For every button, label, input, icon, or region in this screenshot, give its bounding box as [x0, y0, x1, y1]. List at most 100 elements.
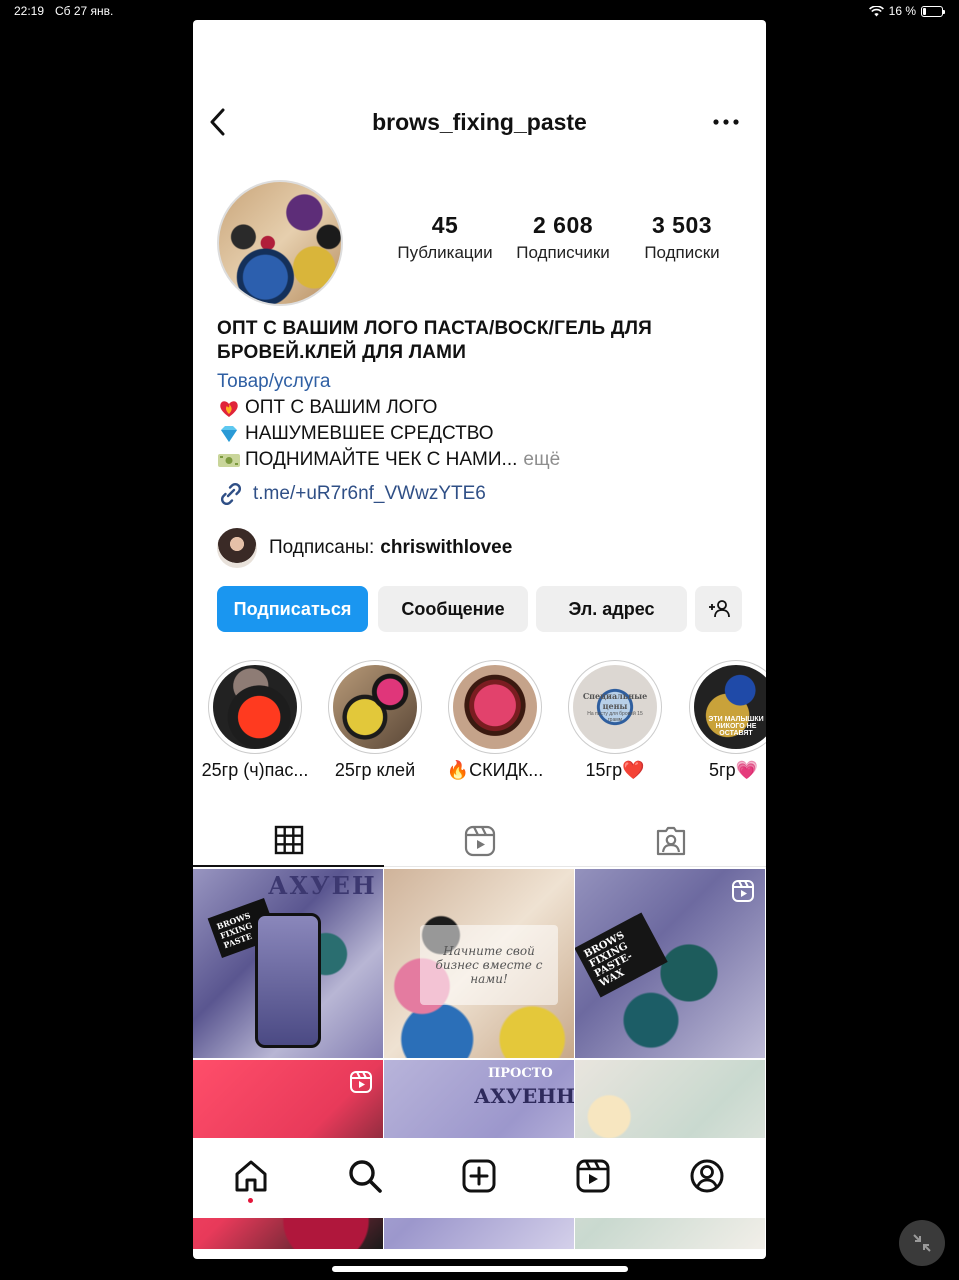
profile-bio: ОПТ С ВАШИМ ЛОГО ПАСТА/ВОСК/ГЕЛЬ ДЛЯ БРО…	[217, 317, 747, 507]
profile-stats: 45 Публикации 2 608 Подписчики 3 503 Под…	[390, 212, 740, 272]
posts-grid: АХУЕН BROWS FIXING PASTE Начните свой би…	[193, 869, 766, 1249]
home-notification-dot	[248, 1198, 253, 1203]
gem-emoji-icon	[221, 426, 237, 442]
heart-on-fire-emoji-icon	[220, 401, 238, 417]
followed-by-user: chriswithlovee	[380, 537, 513, 558]
highlight-cover	[333, 665, 417, 749]
post-thumbnail[interactable]: АХУЕН BROWS FIXING PASTE	[193, 869, 383, 1058]
highlight-label: 🔥СКИДК...	[446, 760, 544, 780]
stat-followers[interactable]: 2 608 Подписчики	[507, 212, 619, 263]
reel-badge-icon	[732, 880, 754, 902]
post-overlay-text: АХУЕН	[268, 871, 377, 900]
bio-line-2: НАШУМЕВШЕЕ СРЕДСТВО	[217, 421, 747, 447]
link-icon	[220, 482, 242, 506]
wifi-icon	[868, 5, 884, 16]
highlight-ring	[448, 660, 542, 754]
tab-tagged[interactable]	[575, 815, 766, 867]
stat-following-label: Подписки	[644, 243, 720, 262]
battery-percent: 16 %	[888, 4, 916, 18]
highlight-item[interactable]: 🔥СКИДК...	[435, 660, 555, 781]
reel-badge-icon	[350, 1071, 372, 1093]
highlight-cover: ЭТИ МАЛЫШКИ НИКОГО НЕ ОСТАВЯТ	[694, 665, 766, 749]
profile-header: brows_fixing_paste	[193, 100, 766, 144]
highlight-cover: Специальные цены На пасту для бровей 15 …	[573, 665, 657, 749]
status-right: 16 %	[868, 4, 945, 18]
bio-link-text: t.me/+uR7r6nf_VWwzYTE6	[253, 483, 486, 504]
post-caption-card: Начните свой бизнес вместе с нами!	[420, 925, 558, 1005]
collapse-arrows-icon	[913, 1234, 931, 1252]
highlight-item[interactable]: 25гр (ч)пас...	[195, 660, 315, 781]
nav-profile[interactable]	[687, 1156, 727, 1196]
highlight-cover-subtext: На пасту для бровей 15 грамм	[587, 711, 643, 723]
story-highlights: 25гр (ч)пас... 25гр клей 🔥СКИДК... Специ…	[193, 660, 766, 785]
home-indicator[interactable]	[332, 1266, 628, 1272]
stat-followers-count: 2 608	[532, 212, 594, 238]
home-icon	[235, 1160, 267, 1192]
reels-icon	[464, 825, 495, 857]
stat-posts-label: Публикации	[397, 243, 493, 262]
status-date: Сб 27 янв.	[55, 4, 114, 18]
profile-icon	[690, 1159, 724, 1193]
post-thumbnail[interactable]: Начните свой бизнес вместе с нами!	[384, 869, 574, 1058]
grid-icon	[274, 825, 303, 855]
profile-tabs	[193, 815, 766, 867]
create-post-icon	[462, 1159, 496, 1193]
highlight-label: 25гр (ч)пас...	[201, 760, 309, 780]
nav-home[interactable]	[231, 1156, 271, 1196]
nav-create[interactable]	[459, 1156, 499, 1196]
reels-icon	[576, 1159, 610, 1193]
more-options-icon[interactable]	[712, 112, 740, 132]
highlight-item[interactable]: ЭТИ МАЛЫШКИ НИКОГО НЕ ОСТАВЯТ 5гр💗	[675, 660, 766, 781]
suggested-users-button[interactable]	[695, 586, 742, 632]
post-overlay-text: BROWS FIXING PASTE-WAX	[575, 912, 668, 998]
highlight-ring: Специальные цены На пасту для бровей 15 …	[568, 660, 662, 754]
tagged-user-icon	[656, 826, 685, 856]
stat-following-count: 3 503	[651, 212, 713, 238]
highlight-ring	[208, 660, 302, 754]
highlight-cover-text: Специальные цены	[582, 691, 648, 711]
bio-website-link[interactable]: t.me/+uR7r6nf_VWwzYTE6	[217, 481, 747, 507]
highlight-label: 5гр💗	[709, 760, 758, 780]
post-overlay-text: АХУЕННО	[474, 1084, 574, 1108]
instagram-profile-screen: brows_fixing_paste 45 Публикации 2 608 П…	[193, 20, 766, 1259]
money-emoji-icon	[218, 454, 240, 467]
bottom-navigation	[193, 1138, 766, 1218]
message-button[interactable]: Сообщение	[378, 586, 528, 632]
nav-reels[interactable]	[573, 1156, 613, 1196]
status-time: 22:19	[14, 4, 45, 18]
followed-by-prefix: Подписаны:	[269, 537, 375, 558]
highlight-item[interactable]: 25гр клей	[315, 660, 435, 781]
exit-fullscreen-button[interactable]	[899, 1220, 945, 1266]
follower-avatar	[217, 528, 257, 568]
highlight-ring	[328, 660, 422, 754]
nav-search[interactable]	[345, 1156, 385, 1196]
highlight-label: 15гр❤️	[585, 760, 645, 780]
email-button[interactable]: Эл. адрес	[536, 586, 687, 632]
followed-by-row[interactable]: Подписаны: chriswithlovee	[217, 527, 512, 569]
tab-posts-grid[interactable]	[193, 815, 384, 867]
search-icon	[349, 1160, 382, 1193]
post-overlay-text: ПРОСТО	[488, 1066, 553, 1081]
stat-following[interactable]: 3 503 Подписки	[626, 212, 738, 263]
phone-mockup	[255, 913, 321, 1048]
highlight-label: 25гр клей	[334, 760, 416, 780]
bio-category: Товар/услуга	[217, 371, 331, 392]
profile-username: brows_fixing_paste	[372, 109, 587, 135]
bio-line-2-text: НАШУМЕВШЕЕ СРЕДСТВО	[245, 423, 494, 444]
highlight-item[interactable]: Специальные цены На пасту для бровей 15 …	[555, 660, 675, 781]
profile-avatar[interactable]	[217, 180, 343, 306]
stat-followers-label: Подписчики	[516, 243, 610, 262]
bio-display-name: ОПТ С ВАШИМ ЛОГО ПАСТА/ВОСК/ГЕЛЬ ДЛЯ БРО…	[217, 318, 652, 363]
follow-button[interactable]: Подписаться	[217, 586, 368, 632]
bio-more-link[interactable]: ещё	[523, 447, 560, 473]
add-user-icon	[708, 600, 730, 618]
battery-icon	[921, 5, 945, 17]
bio-line-1: ОПТ С ВАШИМ ЛОГО	[217, 395, 747, 421]
bio-line-3-text: ПОДНИМАЙТЕ ЧЕК С НАМИ...	[245, 449, 518, 470]
tab-reels[interactable]	[384, 815, 575, 867]
post-thumbnail[interactable]: BROWS FIXING PASTE-WAX	[575, 869, 765, 1058]
highlight-cover-text: ЭТИ МАЛЫШКИ НИКОГО НЕ ОСТАВЯТ	[708, 716, 764, 737]
stat-posts[interactable]: 45 Публикации	[390, 212, 500, 263]
highlight-cover	[213, 665, 297, 749]
highlight-cover	[453, 665, 537, 749]
